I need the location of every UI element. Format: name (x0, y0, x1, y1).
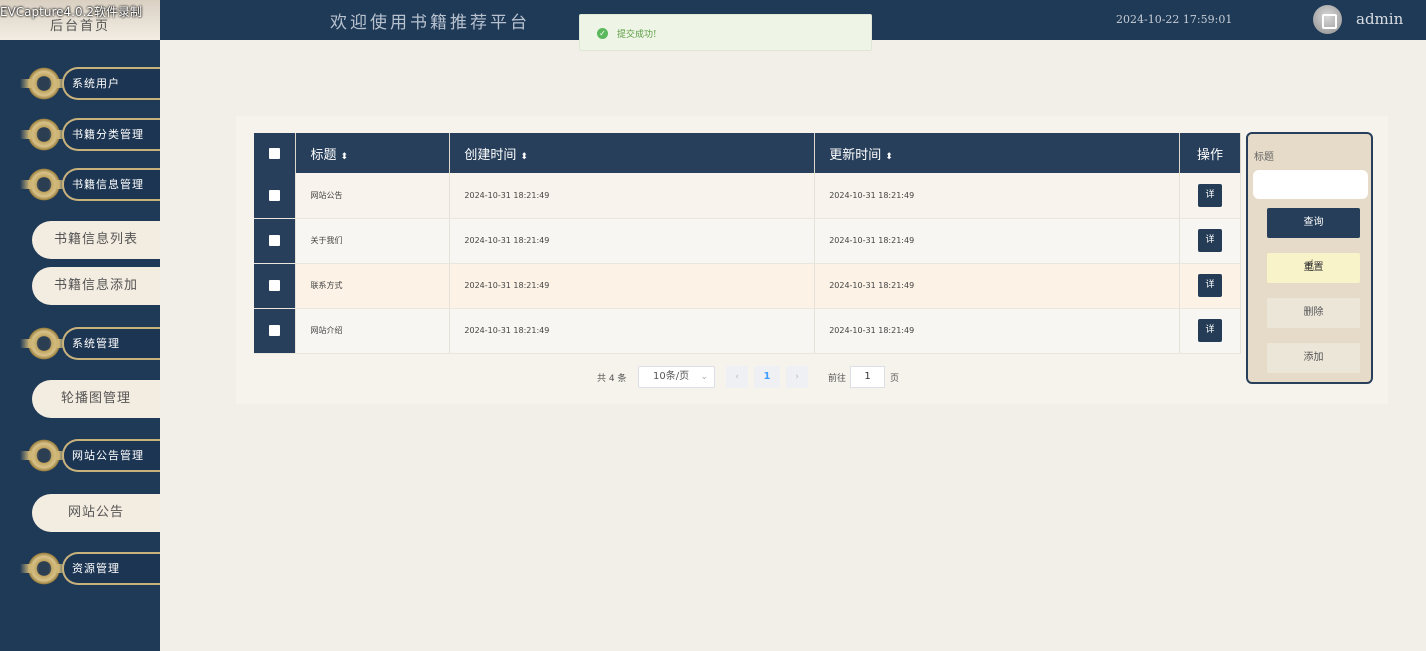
sidebar-subitem-book-add[interactable]: 书籍信息添加 (32, 267, 160, 305)
goto-label: 前往 (828, 374, 847, 384)
cell-title: 网站公告 (295, 173, 451, 219)
page-size-select[interactable]: 10条/页 ⌄ (638, 366, 715, 388)
column-header-action: 操作 (1179, 133, 1242, 173)
delete-button[interactable]: 删除 (1267, 298, 1360, 328)
table-header-row: 标题 ⬍ 创建时间 ⬍ 更新时间 ⬍ 操作 (254, 133, 1242, 173)
check-circle-icon: ✓ (597, 28, 608, 39)
ornament-icon (20, 551, 68, 586)
username[interactable]: admin (1356, 10, 1403, 28)
sidebar-item-label: 书籍信息管理 (72, 178, 144, 191)
cell-updated: 2024-10-31 18:21:49 (814, 263, 1180, 309)
select-all-cell[interactable] (254, 133, 297, 173)
table-row: 网站介绍 2024-10-31 18:21:49 2024-10-31 18:2… (254, 308, 1242, 354)
sidebar-item-system-users[interactable]: 系统用户 (20, 65, 160, 102)
cell-created: 2024-10-31 18:21:49 (449, 263, 816, 309)
detail-button[interactable]: 详 (1197, 319, 1222, 342)
sidebar-item-label: 系统用户 (72, 77, 120, 90)
cell-created: 2024-10-31 18:21:49 (449, 218, 816, 264)
sidebar-item-label: 资源管理 (72, 562, 120, 575)
sort-icon[interactable]: ⬍ (520, 152, 528, 162)
add-button[interactable]: 添加 (1267, 343, 1360, 373)
query-button[interactable]: 查询 (1267, 208, 1360, 238)
sidebar-item-resources[interactable]: 资源管理 (20, 550, 160, 587)
sidebar-subitem-book-list[interactable]: 书籍信息列表 (32, 221, 160, 259)
sidebar-item-book-category[interactable]: 书籍分类管理 (20, 116, 160, 153)
column-header-updated[interactable]: 更新时间 ⬍ (814, 133, 1180, 173)
search-title-input[interactable] (1253, 170, 1368, 199)
sidebar-item-label: 书籍分类管理 (72, 128, 144, 141)
detail-button[interactable]: 详 (1197, 229, 1222, 252)
cell-title: 关于我们 (295, 218, 451, 264)
ornament-icon (20, 167, 68, 202)
sort-icon[interactable]: ⬍ (885, 152, 893, 162)
row-checkbox[interactable] (269, 189, 281, 201)
page-number-current[interactable]: 1 (754, 366, 780, 388)
cell-updated: 2024-10-31 18:21:49 (814, 173, 1180, 219)
cell-created: 2024-10-31 18:21:49 (449, 173, 816, 219)
row-checkbox[interactable] (269, 325, 281, 336)
search-title-label: 标题 (1254, 152, 1274, 163)
site-title: 欢迎使用书籍推荐平台 (330, 13, 530, 33)
sidebar-item-system-manage[interactable]: 系统管理 (20, 325, 160, 362)
ornament-icon (20, 438, 68, 473)
cell-title: 网站介绍 (295, 308, 451, 354)
cell-title: 联系方式 (295, 263, 451, 309)
next-page-button[interactable]: › (786, 366, 808, 388)
success-toast: ✓ 提交成功! (579, 14, 872, 51)
avatar[interactable] (1313, 5, 1342, 34)
select-all-checkbox[interactable] (269, 147, 281, 159)
cell-created: 2024-10-31 18:21:49 (449, 308, 816, 354)
table-row: 关于我们 2024-10-31 18:21:49 2024-10-31 18:2… (254, 218, 1242, 264)
ornament-icon (20, 326, 68, 361)
detail-button[interactable]: 详 (1197, 274, 1222, 297)
pagination-total: 共 4 条 (597, 374, 627, 384)
sidebar-item-label: 系统管理 (72, 337, 120, 350)
sidebar-item-notice-manage[interactable]: 网站公告管理 (20, 437, 160, 474)
table-row: 联系方式 2024-10-31 18:21:49 2024-10-31 18:2… (254, 263, 1242, 309)
prev-page-button[interactable]: ‹ (726, 366, 748, 388)
sidebar-subitem-carousel[interactable]: 轮播图管理 (32, 380, 160, 418)
sidebar-subitem-notice[interactable]: 网站公告 (32, 494, 160, 532)
sort-icon[interactable]: ⬍ (340, 152, 348, 162)
column-header-created[interactable]: 创建时间 ⬍ (449, 133, 816, 173)
hand-cursor-icon: ☝ (1305, 256, 1315, 275)
data-table: 标题 ⬍ 创建时间 ⬍ 更新时间 ⬍ 操作 网站公告 2024-10-31 18:21… (254, 133, 1242, 354)
goto-page-input[interactable]: 1 (850, 366, 885, 388)
recording-watermark: EVCapture4.0.2软件录制 (0, 5, 143, 19)
row-checkbox[interactable] (269, 235, 281, 246)
detail-button[interactable]: 详 (1197, 183, 1222, 207)
sidebar-item-label: 网站公告管理 (72, 449, 144, 462)
ornament-icon (20, 66, 68, 101)
sidebar-item-book-info[interactable]: 书籍信息管理 (20, 166, 160, 203)
cell-updated: 2024-10-31 18:21:49 (814, 218, 1180, 264)
page-suffix-label: 页 (890, 374, 900, 384)
ornament-icon (20, 117, 68, 152)
cell-updated: 2024-10-31 18:21:49 (814, 308, 1180, 354)
column-header-title[interactable]: 标题 ⬍ (295, 133, 451, 173)
chevron-down-icon: ⌄ (700, 372, 708, 382)
row-checkbox[interactable] (269, 280, 281, 291)
table-row: 网站公告 2024-10-31 18:21:49 2024-10-31 18:2… (254, 173, 1242, 219)
toast-message: 提交成功! (617, 30, 657, 40)
sidebar: 系统用户 书籍分类管理 书籍信息管理 书籍信息列表 书籍信息添加 系统管理 轮播… (0, 40, 160, 651)
page-size-value: 10条/页 (653, 371, 690, 382)
datetime: 2024-10-22 17:59:01 (1116, 13, 1233, 26)
